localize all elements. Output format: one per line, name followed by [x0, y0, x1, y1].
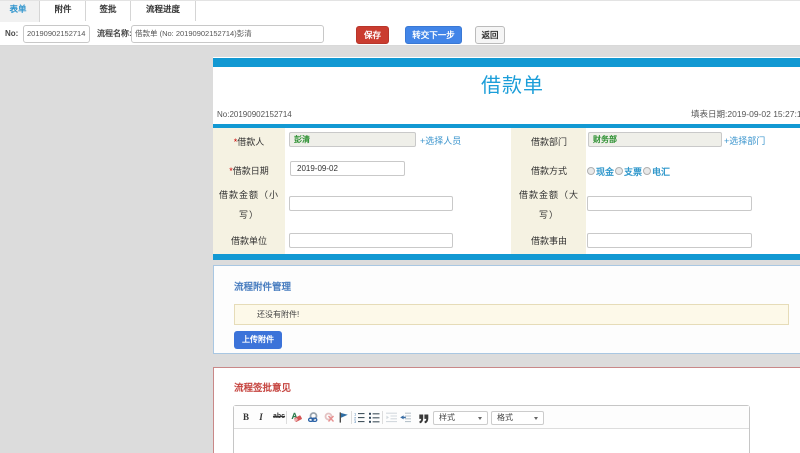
- svg-text:3: 3: [354, 419, 357, 423]
